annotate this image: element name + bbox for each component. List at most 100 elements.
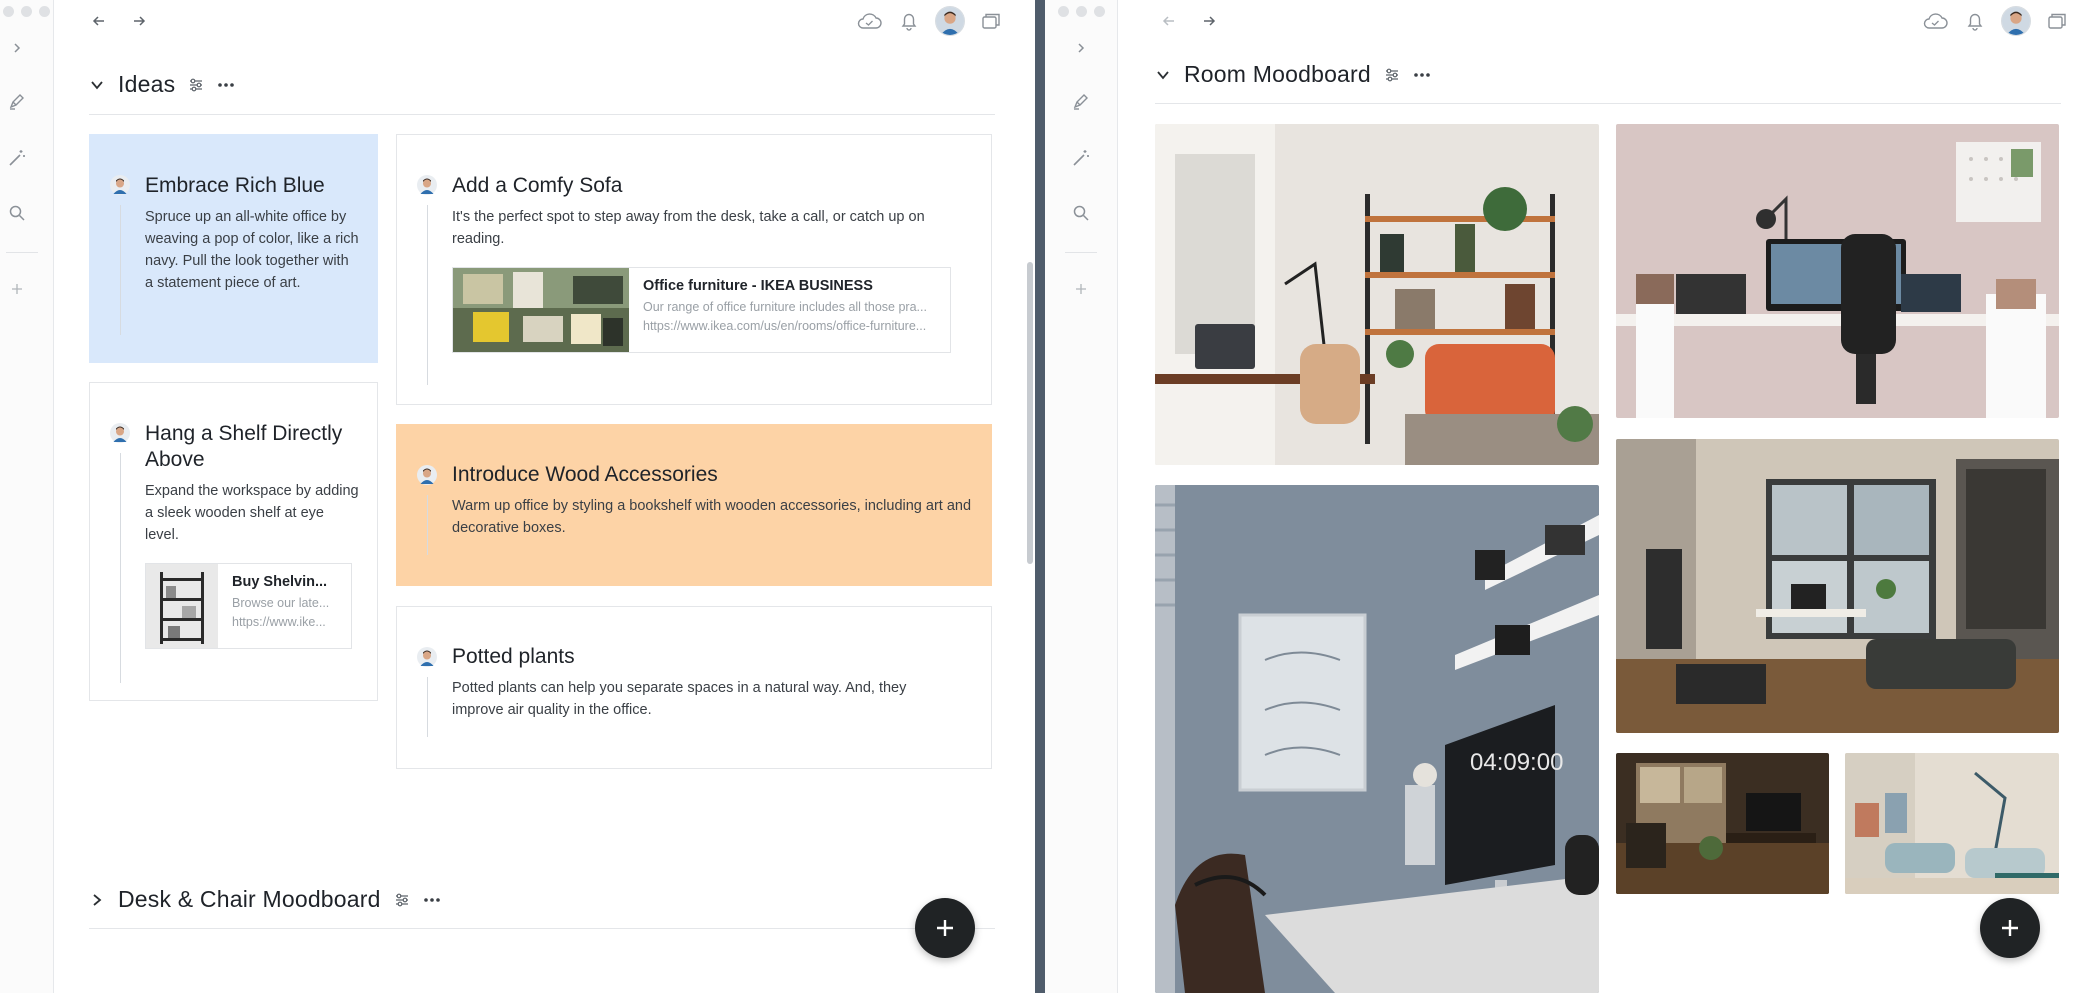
section-title[interactable]: Room Moodboard xyxy=(1184,61,1371,88)
section-header-desk-chair-moodboard: Desk & Chair Moodboard xyxy=(88,886,441,913)
photo-desk-setup-pegboard[interactable] xyxy=(1616,124,2059,418)
card-title: Add a Comfy Sofa xyxy=(452,174,623,197)
section-divider xyxy=(89,928,995,929)
history-nav xyxy=(1156,8,1222,34)
link-text: Buy Shelvin... Browse our late... https:… xyxy=(218,564,343,648)
link-thumbnail xyxy=(453,268,629,352)
card-title: Embrace Rich Blue xyxy=(145,174,325,197)
card-thread-line xyxy=(427,205,428,385)
idea-card[interactable]: Hang a Shelf Directly Above Expand the w… xyxy=(89,382,378,701)
photo-bright-loft-room[interactable] xyxy=(1616,439,2059,733)
window-close-dot[interactable] xyxy=(3,6,14,17)
pane-divider[interactable] xyxy=(1035,0,1045,993)
card-title: Hang a Shelf Directly Above xyxy=(145,422,343,471)
cloud-icon[interactable] xyxy=(855,7,883,35)
cloud-icon[interactable] xyxy=(1921,7,1949,35)
photo-teal-chairs-room[interactable] xyxy=(1845,753,2059,894)
chevron-right-icon[interactable] xyxy=(0,31,34,65)
add-fab-button[interactable] xyxy=(915,898,975,958)
idea-card[interactable]: Add a Comfy Sofa It's the perfect spot t… xyxy=(396,134,992,405)
idea-card[interactable]: Embrace Rich Blue Spruce up an all-white… xyxy=(89,134,378,363)
window-minimize-dot[interactable] xyxy=(1076,6,1087,17)
card-author-avatar xyxy=(417,465,437,490)
chevron-right-icon[interactable] xyxy=(1064,31,1098,65)
link-title: Buy Shelvin... xyxy=(232,574,328,590)
link-url: https://www.ikea.com/us/en/rooms/office-… xyxy=(643,319,927,333)
window-stack-icon[interactable] xyxy=(2043,7,2071,35)
arrow-left-icon[interactable] xyxy=(1156,8,1182,34)
user-avatar[interactable] xyxy=(935,6,965,36)
card-author-avatar xyxy=(110,175,130,200)
pen-icon[interactable] xyxy=(1064,84,1098,118)
window-controls xyxy=(1058,6,1105,17)
link-preview[interactable]: Buy Shelvin... Browse our late... https:… xyxy=(145,563,352,649)
chevron-down-icon[interactable] xyxy=(1154,66,1172,84)
arrow-right-icon[interactable] xyxy=(126,8,152,34)
card-description: Potted plants can help you separate spac… xyxy=(452,680,907,718)
section-divider xyxy=(89,114,995,115)
magic-wand-icon[interactable] xyxy=(1064,141,1098,175)
card-description: Expand the workspace by adding a sleek w… xyxy=(145,483,359,543)
bell-icon[interactable] xyxy=(1961,7,1989,35)
link-text: Office furniture - IKEA BUSINESS Our ran… xyxy=(629,268,941,352)
top-actions xyxy=(1921,6,2071,36)
plus-icon xyxy=(2002,920,2018,936)
photo-desk-imac-clock[interactable]: 04:09:00 xyxy=(1155,485,1599,993)
rail-divider xyxy=(1065,252,1097,253)
card-thread-line xyxy=(120,453,121,683)
card-author-avatar xyxy=(417,175,437,200)
ellipsis-icon[interactable] xyxy=(217,76,235,94)
right-pane: Room Moodboard 04:09:00 xyxy=(1045,0,2088,993)
chevron-right-icon[interactable] xyxy=(88,891,106,909)
bell-icon[interactable] xyxy=(895,7,923,35)
sliders-icon[interactable] xyxy=(187,76,205,94)
plus-icon[interactable] xyxy=(1064,272,1098,306)
ellipsis-icon[interactable] xyxy=(1413,66,1431,84)
left-pane: Ideas Embrace Rich Blue Spruce up an all… xyxy=(0,0,1035,993)
chevron-down-icon[interactable] xyxy=(88,76,106,94)
link-preview[interactable]: Office furniture - IKEA BUSINESS Our ran… xyxy=(452,267,951,353)
sliders-icon[interactable] xyxy=(1383,66,1401,84)
history-nav xyxy=(86,8,152,34)
card-description: Spruce up an all-white office by weaving… xyxy=(145,209,359,291)
idea-card[interactable]: Potted plants Potted plants can help you… xyxy=(396,606,992,769)
svg-text:04:09:00: 04:09:00 xyxy=(1470,749,1563,776)
photo-dark-studio-room[interactable] xyxy=(1616,753,1829,894)
link-thumbnail xyxy=(146,564,218,648)
section-header-ideas: Ideas xyxy=(88,71,235,98)
pen-icon[interactable] xyxy=(0,84,34,118)
card-author-avatar xyxy=(110,423,130,448)
card-description: Warm up office by styling a bookshelf wi… xyxy=(452,498,972,536)
section-title[interactable]: Desk & Chair Moodboard xyxy=(118,886,381,913)
user-avatar[interactable] xyxy=(2001,6,2031,36)
window-controls xyxy=(3,6,50,17)
card-title: Potted plants xyxy=(452,645,575,668)
plus-icon[interactable] xyxy=(0,272,34,306)
card-thread-line xyxy=(120,205,121,335)
top-actions xyxy=(855,6,1005,36)
plus-icon xyxy=(937,920,953,936)
link-title: Office furniture - IKEA BUSINESS xyxy=(643,278,873,294)
arrow-left-icon[interactable] xyxy=(86,8,112,34)
link-description: Browse our late... xyxy=(232,596,330,610)
link-url: https://www.ike... xyxy=(232,615,326,629)
photo-living-room-shelves[interactable] xyxy=(1155,124,1599,465)
window-stack-icon[interactable] xyxy=(977,7,1005,35)
window-zoom-dot[interactable] xyxy=(39,6,50,17)
window-minimize-dot[interactable] xyxy=(21,6,32,17)
add-fab-button[interactable] xyxy=(1980,898,2040,958)
section-title[interactable]: Ideas xyxy=(118,71,175,98)
search-icon[interactable] xyxy=(1064,196,1098,230)
sliders-icon[interactable] xyxy=(393,891,411,909)
arrow-right-icon[interactable] xyxy=(1196,8,1222,34)
link-description: Our range of office furniture includes a… xyxy=(643,300,927,314)
search-icon[interactable] xyxy=(0,196,34,230)
ellipsis-icon[interactable] xyxy=(423,891,441,909)
idea-card[interactable]: Introduce Wood Accessories Warm up offic… xyxy=(396,424,992,586)
vertical-scrollbar[interactable] xyxy=(1027,262,1033,564)
section-header-room-moodboard: Room Moodboard xyxy=(1154,61,1431,88)
right-sidebar-rail xyxy=(1045,0,1118,993)
window-zoom-dot[interactable] xyxy=(1094,6,1105,17)
magic-wand-icon[interactable] xyxy=(0,141,34,175)
window-close-dot[interactable] xyxy=(1058,6,1069,17)
